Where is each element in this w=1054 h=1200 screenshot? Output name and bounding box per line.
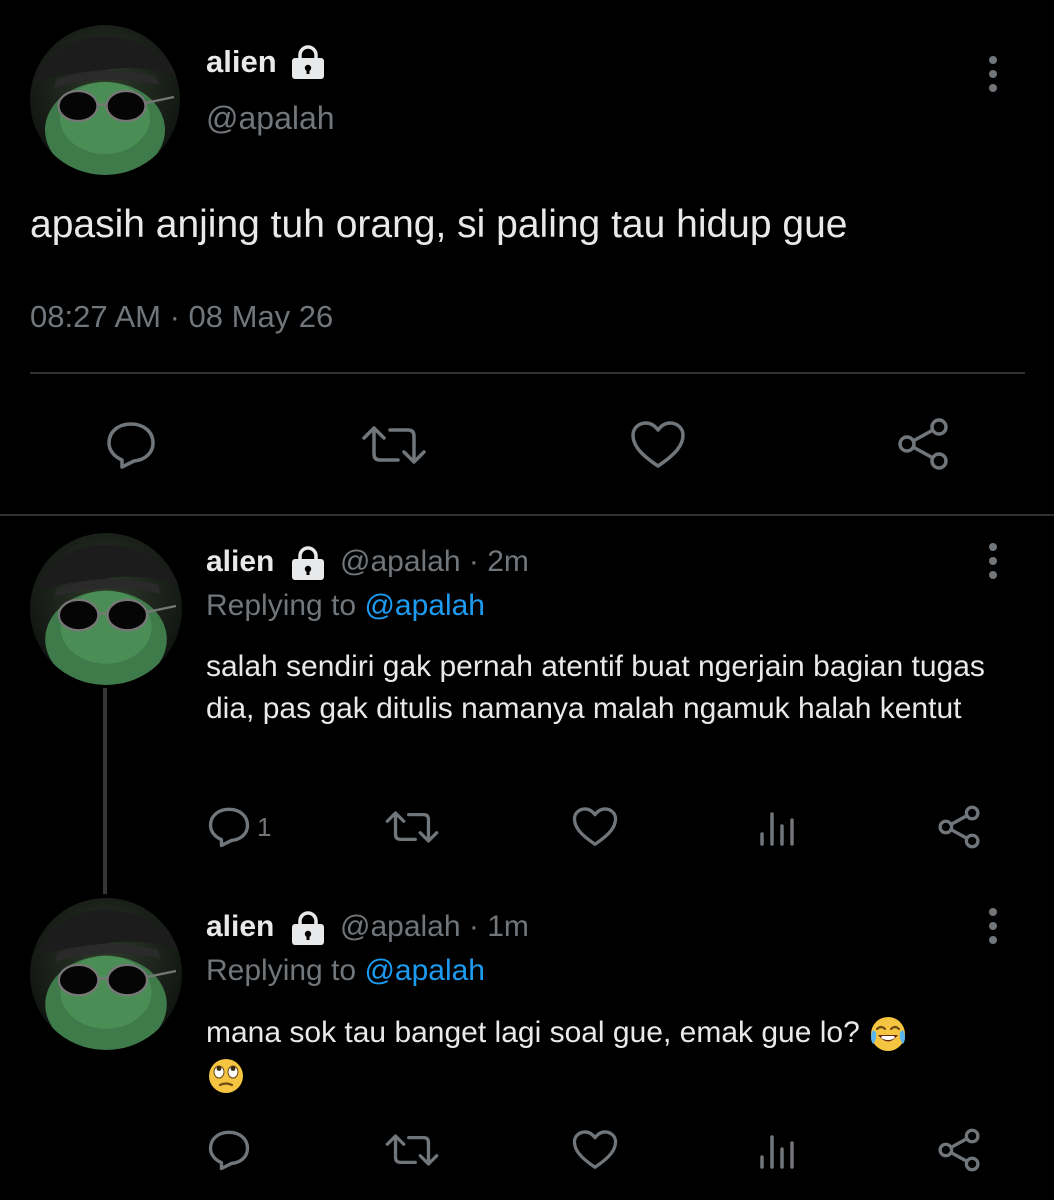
avatar-image: [33, 909, 179, 1050]
views-icon: [760, 812, 794, 846]
retweet-icon: [362, 426, 426, 464]
replying-mention[interactable]: @apalah: [364, 589, 485, 622]
like-icon: [572, 1130, 618, 1169]
handle[interactable]: @apalah: [206, 100, 335, 137]
retweet-button[interactable]: [360, 420, 428, 470]
like-button[interactable]: [572, 1129, 618, 1171]
like-icon: [572, 807, 618, 846]
reply-count: 1: [257, 811, 272, 842]
avatar-image: [33, 544, 179, 685]
lock-icon: [292, 546, 324, 580]
replying-prefix: Replying to: [206, 954, 365, 987]
handle-time[interactable]: @apalah · 2m: [340, 545, 529, 579]
lock-icon: [292, 911, 324, 945]
reply-button[interactable]: 1: [207, 806, 271, 848]
face-with-tears-of-joy-icon: [871, 1017, 906, 1052]
reply-button[interactable]: [207, 1129, 257, 1171]
avatar[interactable]: [30, 25, 180, 175]
retweet-button[interactable]: [384, 806, 440, 848]
main-tweet: alien @apalah apasih anjing tuh orang, s…: [0, 0, 1054, 515]
share-button[interactable]: [936, 804, 982, 850]
reply-text: salah sendiri gak pernah atentif buat ng…: [206, 650, 985, 725]
share-icon: [938, 1128, 980, 1172]
reply-text: mana sok tau banget lagi soal gue, emak …: [206, 1016, 860, 1049]
reply-text-block: mana sok tau banget lagi soal gue, emak …: [206, 1012, 1016, 1096]
retweet-icon: [385, 1134, 439, 1166]
handle-time[interactable]: @apalah · 1m: [340, 910, 529, 944]
thread-line: [103, 688, 107, 894]
replying-to: Replying to @apalah: [206, 954, 485, 988]
reply-icon: [208, 807, 250, 848]
section-divider: [0, 514, 1054, 516]
more-icon[interactable]: [985, 906, 1001, 946]
share-button[interactable]: [936, 1127, 982, 1173]
share-button[interactable]: [895, 416, 951, 472]
more-icon[interactable]: [985, 54, 1001, 94]
face-with-rolling-eyes-icon: [209, 1059, 243, 1094]
avatar[interactable]: [30, 533, 182, 685]
tweet-text: apasih anjing tuh orang, si paling tau h…: [30, 203, 848, 246]
views-button[interactable]: [758, 1131, 796, 1169]
views-icon: [760, 1135, 794, 1169]
display-name[interactable]: alien: [206, 545, 274, 579]
avatar[interactable]: [30, 898, 182, 1050]
retweet-button[interactable]: [384, 1129, 440, 1171]
avatar-image: [33, 36, 177, 175]
replying-prefix: Replying to: [206, 589, 365, 622]
like-button[interactable]: [630, 420, 686, 470]
like-button[interactable]: [572, 806, 618, 848]
views-button[interactable]: [758, 808, 796, 846]
display-name[interactable]: alien: [206, 44, 277, 80]
replying-mention[interactable]: @apalah: [364, 954, 485, 987]
display-name[interactable]: alien: [206, 910, 274, 944]
lock-icon: [292, 45, 324, 79]
replying-to: Replying to @apalah: [206, 589, 485, 623]
reply-button[interactable]: [105, 420, 157, 470]
like-icon: [631, 421, 685, 468]
reply-icon: [107, 422, 155, 469]
share-icon: [938, 805, 980, 849]
divider: [30, 372, 1025, 374]
retweet-icon: [385, 811, 439, 843]
reply-icon: [208, 1130, 250, 1171]
timestamp[interactable]: 08:27 AM · 08 May 26: [30, 299, 333, 335]
more-icon[interactable]: [985, 541, 1001, 581]
share-icon: [898, 418, 948, 470]
